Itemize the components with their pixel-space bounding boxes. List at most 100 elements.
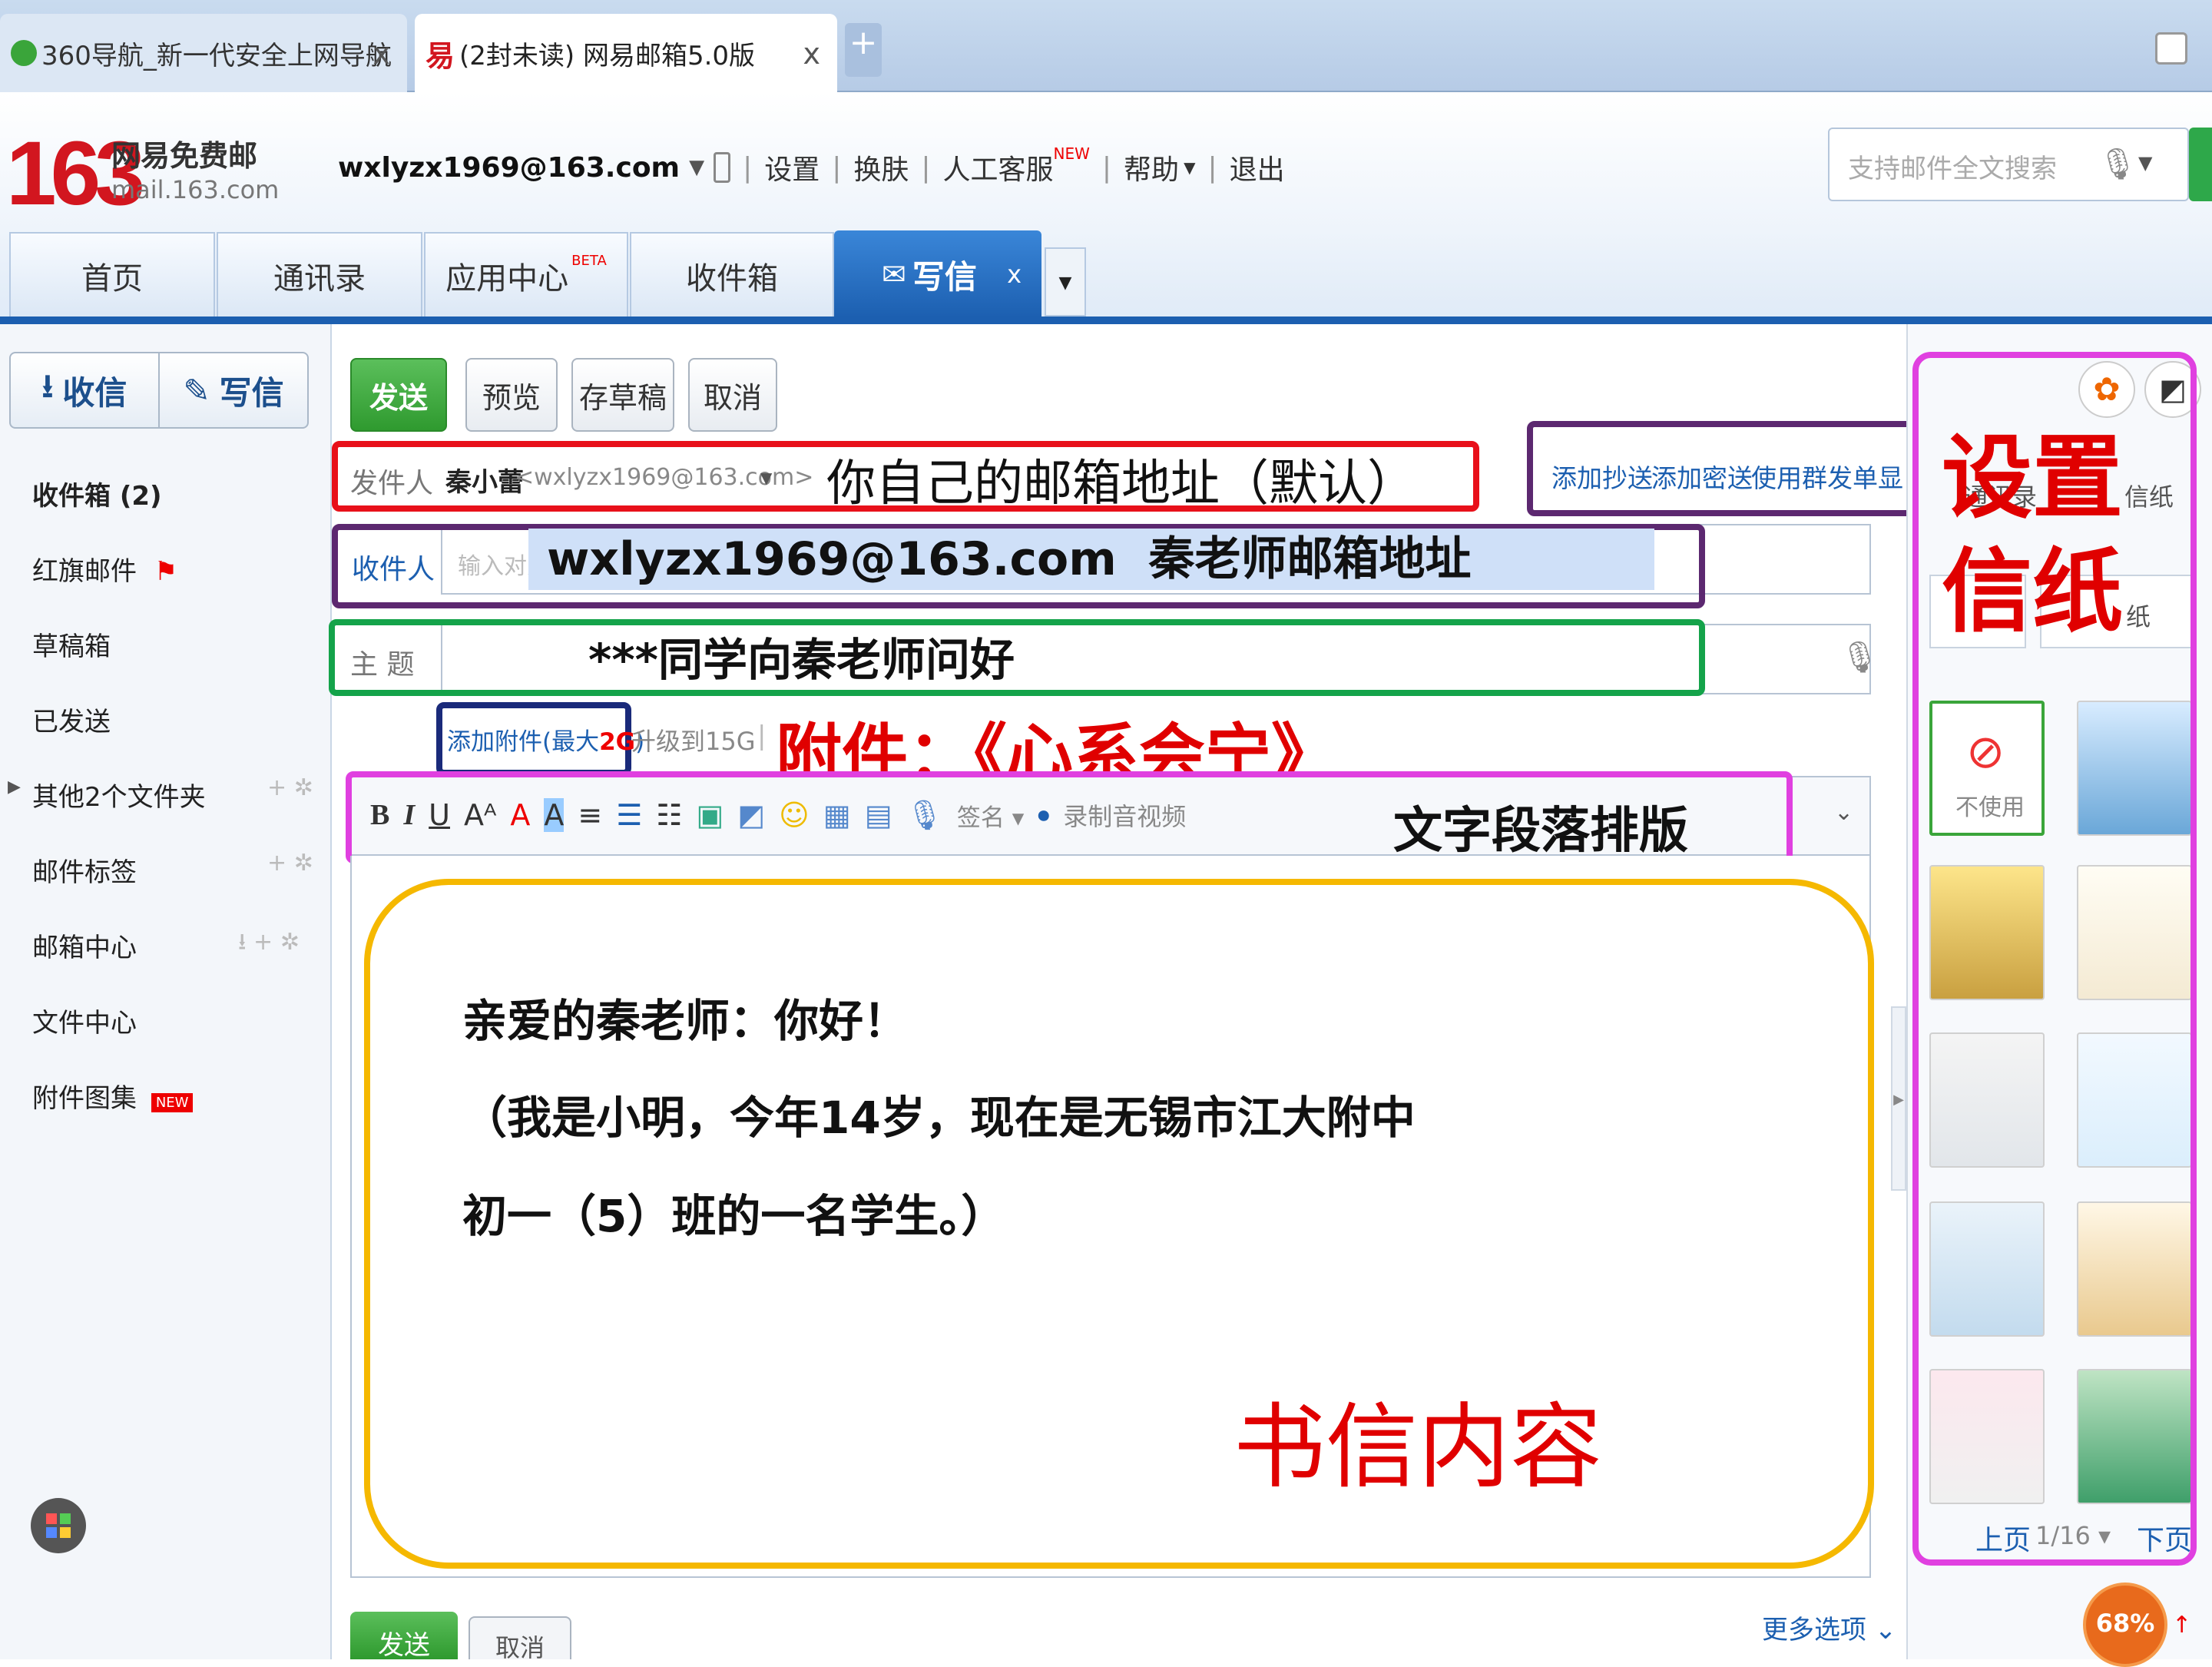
- link-logout[interactable]: 退出: [1230, 147, 1285, 187]
- body-line-2: （我是小明，今年14岁，现在是无锡市江大附中: [462, 1092, 1416, 1144]
- sidebar-item-label: 附件图集: [32, 1083, 137, 1114]
- sidebar-item-drafts[interactable]: 草稿箱: [32, 625, 111, 663]
- divider: |: [757, 721, 767, 751]
- sidebar-item-flagged[interactable]: 红旗邮件 ⚑: [32, 550, 177, 588]
- expand-icon[interactable]: ▶: [8, 777, 21, 797]
- collapse-handle[interactable]: ▶: [1891, 1006, 1906, 1191]
- recipient-value[interactable]: wxlyzx1969@163.com 秦老师邮箱地址: [528, 529, 1654, 590]
- sidebar-item-sent[interactable]: 已发送: [32, 701, 111, 738]
- tab-label: 写信: [912, 257, 977, 296]
- chevron-down-icon[interactable]: ▼: [1184, 158, 1195, 177]
- underline-icon[interactable]: U: [429, 798, 450, 832]
- link-help[interactable]: 帮助: [1124, 147, 1179, 187]
- search-box[interactable]: 支持邮件全文搜索 🎙 ▼: [1828, 128, 2189, 201]
- browser-tab-label: 360导航_新一代安全上网导航: [41, 40, 392, 71]
- tab-home[interactable]: 首页: [9, 232, 215, 318]
- chevron-down-icon[interactable]: ▼: [2138, 152, 2152, 174]
- link-settings[interactable]: 设置: [764, 147, 820, 187]
- header-links: wxlyzx1969@163.com ▼ | 设置 | 换肤 | 人工客服 NE…: [338, 144, 1285, 187]
- divider: |: [743, 151, 753, 184]
- apps-button[interactable]: [31, 1498, 86, 1553]
- font-size-icon[interactable]: Aᴬ: [464, 798, 496, 832]
- mail-center-actions-icon[interactable]: ⭳ + ✲: [238, 925, 300, 964]
- netease-icon: 易: [426, 38, 455, 73]
- emoji-icon[interactable]: ☺: [779, 798, 810, 832]
- link-skin[interactable]: 换肤: [853, 147, 909, 187]
- screenshot-icon[interactable]: ◩: [737, 798, 765, 832]
- list-icon[interactable]: ☰: [616, 798, 642, 832]
- divider: |: [921, 151, 931, 184]
- account-name[interactable]: wxlyzx1969@163.com: [338, 152, 680, 184]
- tab-app-center[interactable]: 应用中心 BETA: [424, 232, 628, 318]
- subject-input[interactable]: ***同学向秦老师问好: [588, 624, 1015, 688]
- table-icon[interactable]: ▦: [823, 798, 851, 832]
- record-video-label[interactable]: 录制音视频: [1063, 797, 1186, 833]
- divider: |: [832, 151, 842, 184]
- tab-menu-button[interactable]: ▼: [1045, 247, 1086, 316]
- tab-compose[interactable]: ✉ 写信 x: [834, 230, 1041, 318]
- label-actions-icon[interactable]: + ✲: [267, 850, 313, 877]
- close-icon[interactable]: x: [803, 37, 821, 71]
- compose-button[interactable]: ✎ 写信: [158, 352, 309, 429]
- bottom-send-button[interactable]: 发送: [350, 1612, 458, 1659]
- chevron-double-down-icon[interactable]: ⌄: [1834, 799, 1853, 826]
- add-attachment-link[interactable]: 添加附件(最大2G): [447, 722, 644, 757]
- microphone-icon[interactable]: 🎙: [2098, 146, 2137, 182]
- chevron-down-icon[interactable]: ▼: [760, 469, 772, 487]
- preview-button[interactable]: 预览: [465, 358, 558, 432]
- chevron-down-icon[interactable]: ▼: [689, 156, 704, 179]
- italic-icon[interactable]: I: [403, 798, 415, 832]
- mobile-icon[interactable]: [714, 152, 731, 183]
- add-cc-link[interactable]: 添加抄送: [1551, 458, 1653, 495]
- save-draft-button[interactable]: 存草稿: [571, 358, 674, 432]
- browser-tab-360[interactable]: 360导航_新一代安全上网导航 x: [0, 14, 407, 92]
- sender-name[interactable]: 秦小蕾: [445, 461, 524, 499]
- nav-underline: [0, 316, 2212, 324]
- button-label: 写信: [219, 373, 284, 412]
- calendar-icon[interactable]: ▤: [865, 798, 892, 832]
- link-service[interactable]: 人工客服: [943, 147, 1054, 187]
- sidebar-item-files[interactable]: 文件中心: [32, 1002, 137, 1039]
- window-icon[interactable]: [2155, 32, 2187, 65]
- browser-tabbar: 360导航_新一代安全上网导航 x 易 (2封未读) 网易邮箱5.0版 x +: [0, 0, 2212, 92]
- receive-button[interactable]: ⭳ 收信: [9, 352, 160, 429]
- add-bcc-link[interactable]: 添加密送: [1651, 458, 1753, 495]
- microphone-icon[interactable]: 🎙: [906, 798, 943, 833]
- search-input[interactable]: 支持邮件全文搜索: [1848, 147, 2057, 185]
- indent-icon[interactable]: ☷: [656, 798, 682, 832]
- sidebar-item-mail-center[interactable]: 邮箱中心: [32, 926, 137, 964]
- search-button[interactable]: [2189, 128, 2212, 201]
- logo-domain: mail.163.com: [111, 175, 280, 204]
- 360-icon: [11, 40, 37, 66]
- microphone-icon[interactable]: 🎙: [1840, 639, 1879, 675]
- signature-menu[interactable]: 签名 ▾: [957, 798, 1024, 833]
- align-icon[interactable]: ≡: [578, 798, 602, 832]
- sidebar-item-attachments[interactable]: 附件图集 NEW: [32, 1077, 194, 1115]
- send-button[interactable]: 发送: [350, 358, 447, 432]
- close-icon[interactable]: x: [1007, 260, 1022, 289]
- sidebar-item-inbox[interactable]: 收件箱 (2): [32, 475, 162, 512]
- sidebar-item-other-folders[interactable]: 其他2个文件夹: [32, 776, 206, 814]
- tab-inbox[interactable]: 收件箱: [630, 232, 834, 318]
- browser-tab-mail[interactable]: 易 (2封未读) 网易邮箱5.0版 x: [415, 14, 837, 92]
- signature-label: 签名: [956, 804, 1005, 832]
- button-label: 取消: [495, 1633, 545, 1659]
- new-tab-button[interactable]: +: [845, 23, 882, 77]
- highlight-icon[interactable]: A: [544, 798, 565, 832]
- subject-row: [329, 619, 1705, 696]
- new-badge: NEW: [1053, 144, 1090, 163]
- image-icon[interactable]: ▣: [696, 798, 724, 832]
- sidebar-item-labels[interactable]: 邮件标签: [32, 851, 137, 889]
- cancel-button[interactable]: 取消: [688, 358, 777, 432]
- folder-actions-icon[interactable]: + ✲: [267, 774, 313, 801]
- font-color-icon[interactable]: A: [510, 798, 530, 832]
- more-options-link[interactable]: 更多选项 ⌄: [1762, 1609, 1896, 1646]
- mass-send-link[interactable]: 使用群发单显: [1751, 458, 1903, 495]
- close-icon[interactable]: x: [373, 37, 391, 71]
- progress-badge: 68%: [2083, 1582, 2167, 1667]
- upgrade-link[interactable]: 升级到15G: [631, 722, 756, 757]
- record-video-icon[interactable]: ⏺: [1038, 802, 1049, 829]
- bold-icon[interactable]: B: [370, 798, 389, 832]
- tab-contacts[interactable]: 通讯录: [217, 232, 422, 318]
- bottom-cancel-button[interactable]: 取消: [469, 1616, 571, 1659]
